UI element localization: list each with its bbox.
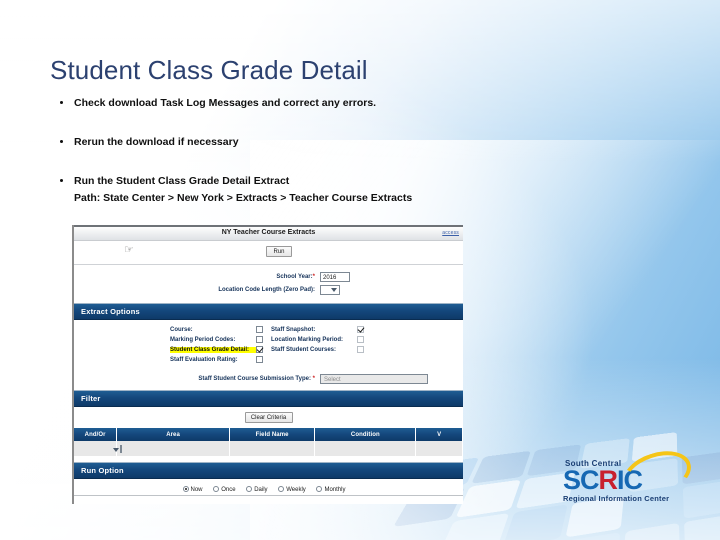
- radio-label-weekly: Weekly: [286, 487, 306, 493]
- checkbox-staff-evaluation-rating[interactable]: [256, 356, 263, 363]
- submission-type-row: Staff Student Course Submission Type: * …: [74, 369, 463, 390]
- filter-header: Filter: [74, 390, 463, 407]
- radio-monthly-icon: [316, 486, 323, 492]
- scric-logo: South Central SCRIC Regional Information…: [555, 443, 697, 511]
- radio-label-daily: Daily: [254, 487, 268, 493]
- option-label-student-class-grade-detail: Student Class Grade Detail:: [170, 346, 256, 353]
- bullet-dot-icon: [60, 140, 63, 144]
- cell-and-or: [74, 441, 118, 456]
- list-item: Rerun the download if necessary: [56, 135, 476, 150]
- field-row-location-code-length: Location Code Length (Zero Pad):: [74, 285, 463, 295]
- option-label-marking-period-codes: Marking Period Codes:: [170, 336, 236, 343]
- bullet-text: Check download Task Log Messages and cor…: [74, 97, 377, 109]
- option-row: Student Class Grade Detail: Staff Studen…: [170, 345, 463, 354]
- option-row: Marking Period Codes: Location Marking P…: [170, 335, 463, 344]
- option-label-staff-student-courses: Staff Student Courses:: [271, 346, 337, 353]
- extract-options-header: Extract Options: [74, 303, 463, 320]
- app-title: NY Teacher Course Extracts: [221, 229, 316, 236]
- radio-item-daily[interactable]: Daily: [246, 486, 268, 493]
- school-year-input[interactable]: 2016: [320, 272, 350, 282]
- area-select[interactable]: [113, 444, 123, 453]
- bullet-subtext-path: Path: State Center > New York > Extracts…: [74, 191, 413, 204]
- cell-area: [113, 441, 230, 456]
- list-item: Check download Task Log Messages and cor…: [56, 96, 476, 111]
- cell-field-name: [229, 441, 316, 456]
- radio-item-monthly[interactable]: Monthly: [316, 486, 346, 493]
- radio-label-now: Now: [190, 487, 203, 493]
- radio-once-icon: [213, 486, 220, 492]
- field-section: School Year:* 2016 Location Code Length …: [74, 265, 463, 303]
- required-marker: *: [312, 376, 315, 382]
- location-code-length-label: Location Code Length (Zero Pad):: [218, 287, 315, 293]
- filter-body: Clear Criteria: [74, 407, 463, 428]
- screenshot-bottom-divider: [74, 495, 463, 496]
- location-code-length-select[interactable]: [320, 285, 340, 295]
- clear-criteria-button[interactable]: Clear Criteria: [244, 412, 293, 423]
- embedded-app-screenshot: NY Teacher Course Extracts access ☞ Run …: [72, 225, 463, 504]
- logo-sc: SC: [563, 465, 600, 495]
- page-title: Student Class Grade Detail: [50, 55, 368, 85]
- radio-now-icon: [182, 486, 189, 492]
- bullet-text: Rerun the download if necessary: [74, 136, 239, 149]
- radio-label-once: Once: [221, 487, 236, 493]
- column-value: V: [415, 428, 463, 441]
- cell-value: [415, 441, 463, 456]
- logo-r-accent: R: [598, 465, 618, 495]
- bullet-list: Check download Task Log Messages and cor…: [56, 96, 476, 206]
- extract-options-body: Course: Staff Snapshot: Marking Period C…: [74, 320, 463, 369]
- bullet-dot-icon: [60, 179, 63, 183]
- required-marker: *: [312, 274, 315, 280]
- column-area: Area: [116, 428, 230, 441]
- app-toolbar: ☞ Run: [74, 241, 463, 265]
- checkbox-marking-period-codes[interactable]: [256, 336, 263, 343]
- table-row: [74, 441, 463, 456]
- radio-label-monthly: Monthly: [324, 487, 346, 493]
- radio-daily-icon: [246, 486, 253, 492]
- submission-type-select[interactable]: Select: [320, 374, 428, 384]
- slide-canvas: Student Class Grade Detail Check downloa…: [0, 0, 720, 540]
- bullet-text: Run the Student Class Grade Detail Extra…: [74, 175, 290, 188]
- radio-item-weekly[interactable]: Weekly: [278, 486, 306, 493]
- submission-type-label: Staff Student Course Submission Type: *: [198, 376, 315, 382]
- radio-item-now[interactable]: Now: [182, 486, 203, 493]
- chevron-down-icon: [113, 447, 120, 452]
- column-and-or: And/Or: [74, 428, 118, 441]
- table-header-row: And/Or Area Field Name Condition V: [74, 428, 463, 441]
- column-condition: Condition: [314, 428, 417, 441]
- checkbox-staff-snapshot[interactable]: [357, 326, 364, 333]
- checkbox-location-marking-period[interactable]: [357, 336, 364, 343]
- checkbox-course[interactable]: [256, 326, 263, 333]
- checkbox-staff-student-courses[interactable]: [357, 346, 364, 353]
- chevron-down-icon: [331, 288, 337, 292]
- logo-bottom-text: Regional Information Center: [563, 494, 670, 504]
- cell-condition: [314, 441, 417, 456]
- run-button[interactable]: Run: [266, 246, 292, 257]
- hand-cursor-icon: ☞: [124, 244, 134, 256]
- option-label-course: Course:: [170, 326, 193, 333]
- option-row: Course: Staff Snapshot:: [170, 325, 463, 334]
- option-label-staff-snapshot: Staff Snapshot:: [271, 326, 316, 333]
- radio-weekly-icon: [278, 486, 285, 492]
- option-row: Staff Evaluation Rating:: [170, 355, 463, 364]
- run-option-header: Run Option: [74, 462, 463, 479]
- column-field-name: Field Name: [229, 428, 316, 441]
- checkbox-student-class-grade-detail[interactable]: [256, 346, 263, 353]
- list-item: Run the Student Class Grade Detail Extra…: [56, 174, 476, 205]
- school-year-label: School Year:*: [276, 274, 315, 280]
- bullet-dot-icon: [60, 101, 63, 104]
- app-titlebar: NY Teacher Course Extracts access: [74, 225, 463, 241]
- field-row-school-year: School Year:* 2016: [74, 272, 463, 282]
- option-label-location-marking-period: Location Marking Period:: [271, 336, 344, 343]
- access-link[interactable]: access: [442, 230, 459, 236]
- run-option-body: Now Once Daily Weekly Monthly: [74, 479, 463, 504]
- option-label-staff-evaluation-rating: Staff Evaluation Rating:: [170, 356, 238, 363]
- filter-table: And/Or Area Field Name Condition V: [74, 428, 463, 456]
- radio-item-once[interactable]: Once: [213, 486, 236, 493]
